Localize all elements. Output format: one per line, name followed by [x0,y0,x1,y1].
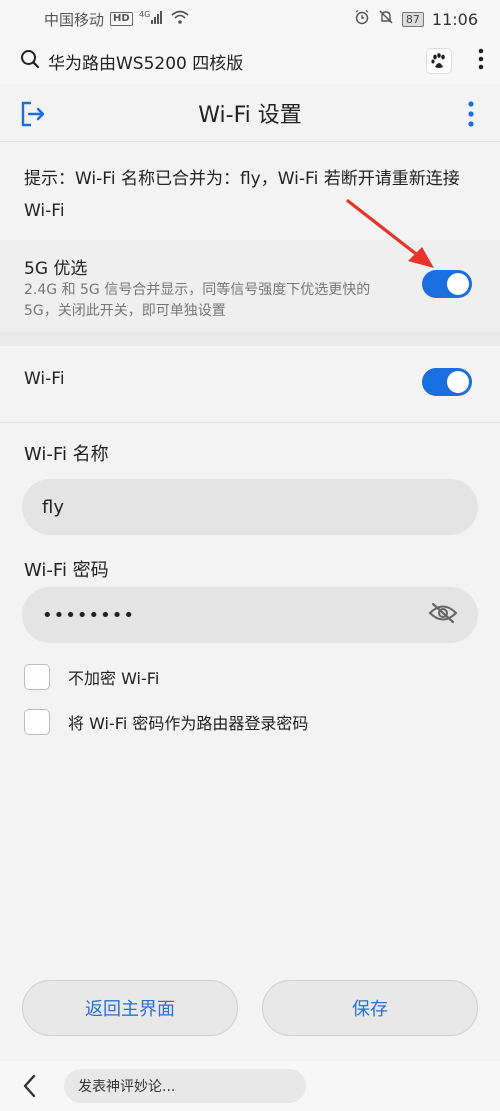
search-query[interactable]: 华为路由WS5200 四核版 [48,49,243,74]
search-icon [20,49,40,73]
no-encryption-label: 不加密 Wi-Fi [68,669,160,688]
back-to-main-button[interactable]: 返回主界面 [22,980,238,1036]
five-g-description: 2.4G 和 5G 信号合并显示，同等信号强度下优选更快的 5G，关闭此开关，即… [24,282,371,319]
status-bar: 中国移动 HD 4G 87 11:06 [0,0,500,38]
battery-indicator: 87 [401,11,424,27]
wifi-password-label: Wi-Fi 密码 [24,560,109,581]
cellular-signal-icon: 4G [139,9,165,29]
use-as-admin-password-checkbox[interactable] [24,709,50,735]
browser-bottom-bar: 发表神评妙论... [0,1061,500,1111]
wifi-name-field[interactable]: fly [22,479,478,535]
hd-badge: HD [110,12,133,26]
wifi-toggle[interactable] [422,368,472,396]
more-vertical-icon[interactable] [478,48,484,74]
exit-icon[interactable] [20,101,46,131]
mute-icon [378,9,394,29]
five-g-title: 5G 优选 [24,259,88,279]
page-title: Wi-Fi 设置 [198,102,302,128]
back-arrow-icon[interactable] [22,1074,36,1102]
app-header: Wi-Fi 设置 [0,84,500,142]
annotation-arrow-icon [340,195,440,279]
row-divider [0,422,500,423]
use-as-admin-password-option[interactable]: 将 Wi-Fi 密码作为路由器登录密码 [24,709,308,735]
alarm-icon [354,9,370,29]
wifi-password-field[interactable]: •••••••• [22,587,478,643]
use-as-admin-password-label: 将 Wi-Fi 密码作为路由器登录密码 [68,714,309,733]
comment-input[interactable]: 发表神评妙论... [64,1069,306,1103]
toggle-knob [447,371,469,393]
clock: 11:06 [431,9,478,29]
network-type-label: 4G [139,10,150,19]
save-button[interactable]: 保存 [262,980,478,1036]
no-encryption-option[interactable]: 不加密 Wi-Fi [24,664,159,690]
carrier-name: 中国移动 [44,10,105,29]
wifi-name-label: Wi-Fi 名称 [24,444,109,465]
more-vertical-icon[interactable] [468,101,474,131]
no-encryption-checkbox[interactable] [24,664,50,690]
wifi-password-value: •••••••• [42,604,135,626]
browser-search-bar[interactable]: 华为路由WS5200 四核版 [0,38,500,84]
eye-hidden-icon[interactable] [428,602,458,629]
wifi-signal-icon [171,9,189,29]
wifi-name-value: fly [42,496,64,518]
baidu-paw-icon[interactable] [426,48,452,74]
toggle-knob [447,273,469,295]
section-divider [0,332,500,346]
wifi-switch-label: Wi-Fi [24,369,65,389]
